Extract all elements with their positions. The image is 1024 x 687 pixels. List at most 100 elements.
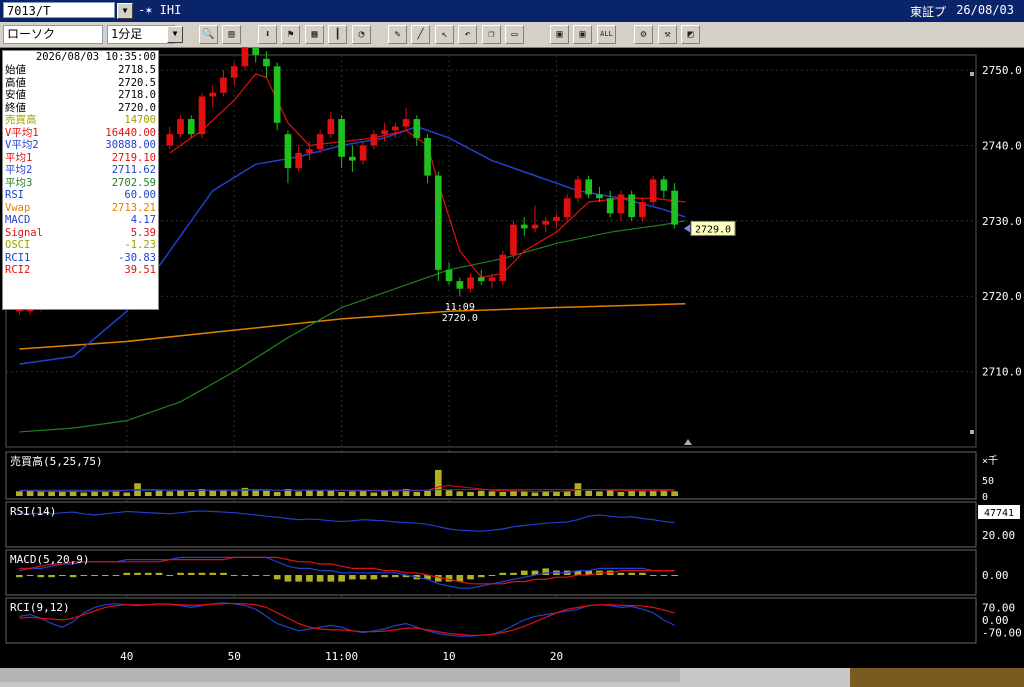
pen-button[interactable]: ✎: [388, 25, 407, 44]
candle-body: [252, 47, 260, 55]
interval-select[interactable]: 1分足: [107, 25, 175, 44]
settings-icon: ⚙: [640, 29, 647, 40]
trash-button[interactable]: ▭: [505, 25, 524, 44]
osci-bar: [177, 572, 184, 575]
volume-bar: [80, 492, 88, 496]
symbol-dropdown-button[interactable]: ▼: [117, 3, 133, 19]
download-button[interactable]: ⬇: [258, 25, 277, 44]
zoom-button[interactable]: 🔍: [199, 25, 218, 44]
candle-body: [553, 217, 560, 221]
clock-button[interactable]: ◔: [352, 25, 371, 44]
info-label: Signal: [5, 226, 43, 239]
osci-bar: [144, 572, 152, 575]
candle-body: [220, 77, 227, 93]
candle-body: [198, 96, 206, 135]
osci-bar: [155, 572, 163, 575]
price-tick-label: 2730.0: [982, 215, 1022, 228]
osci-bar: [520, 570, 528, 575]
info-label: 平均2: [5, 164, 33, 176]
axis-marker-icon: [970, 430, 974, 434]
volume-bar: [155, 490, 163, 496]
volume-bar: [617, 491, 625, 496]
date-label: 26/08/03: [956, 3, 1014, 17]
rci-label: RCI(9,12): [10, 601, 70, 614]
volume-bar: [177, 490, 184, 496]
candle-body: [392, 126, 399, 131]
volume-label: 売買高(5,25,75): [10, 454, 103, 468]
candle-body: [467, 277, 474, 289]
rsi-label: RSI(14): [10, 505, 56, 518]
cursor-button[interactable]: ↖: [435, 25, 454, 44]
osci-bar: [123, 572, 131, 575]
candle-body: [499, 254, 507, 282]
candle-body: [639, 202, 646, 218]
info-label: OSCI: [5, 239, 31, 251]
candle-body: [671, 190, 678, 225]
osci-bar: [392, 575, 399, 578]
chevron-down-icon: ▼: [172, 29, 178, 38]
window-button[interactable]: ▤: [222, 25, 241, 44]
palette-icon: ◩: [687, 29, 694, 40]
osci-bar: [198, 572, 206, 575]
macd-label: MACD(5,20,9): [10, 553, 89, 566]
info-label: Vwap: [5, 201, 31, 214]
scroll-thumb[interactable]: [850, 668, 1024, 687]
osci-bar: [370, 575, 378, 580]
osci-bar: [241, 575, 249, 576]
interval-dropdown-button[interactable]: ▼: [167, 26, 183, 43]
rci-tick-label: -70.00: [982, 627, 1022, 640]
find-button[interactable]: ⚑: [281, 25, 300, 44]
undo-button[interactable]: ↶: [458, 25, 477, 44]
info-row: V平均2 30888.00: [3, 139, 158, 152]
osci-bar: [284, 575, 292, 582]
chart-type-select[interactable]: ローソク: [3, 25, 103, 44]
osci-bar: [639, 572, 646, 575]
osci-bar: [628, 572, 635, 575]
candle-body: [520, 224, 528, 229]
volume-bar: [596, 491, 603, 496]
all-button[interactable]: ALL: [597, 25, 616, 44]
info-panel: 2026/08/03 10:35:00 始値 2718.5 高値 2720.5 安値 27…: [2, 50, 159, 310]
info-timestamp: 2026/08/03 10:35:00: [35, 51, 156, 63]
tools-button[interactable]: ⚒: [658, 25, 677, 44]
info-value: 2711.62: [111, 164, 156, 176]
stock-name: -✶ IHI: [138, 3, 182, 17]
tools-icon: ⚒: [664, 29, 671, 40]
all-icon: ALL: [600, 30, 613, 38]
line-icon: ╱: [417, 29, 424, 40]
candle-body: [531, 224, 539, 229]
candle-body: [359, 145, 367, 161]
candle-body: [477, 277, 485, 282]
symbol-input[interactable]: 7013/T: [3, 2, 115, 18]
info-value: 2702.59: [111, 176, 156, 189]
volume-bar: [456, 491, 464, 496]
indicator-a-button[interactable]: ▣: [550, 25, 569, 44]
info-label: 高値: [5, 76, 26, 89]
osci-bar: [510, 572, 517, 575]
osci-bar: [542, 568, 550, 575]
osci-bar: [273, 575, 281, 580]
volume-bar: [585, 490, 593, 496]
palette-button[interactable]: ◩: [681, 25, 700, 44]
indicator-b-button[interactable]: ▣: [573, 25, 592, 44]
volume-bar: [499, 491, 507, 496]
price-tick-label: 2750.0: [982, 64, 1022, 77]
compare-button[interactable]: ▦: [305, 25, 324, 44]
volume-bar: [392, 491, 399, 496]
time-axis-label: 20: [550, 650, 563, 663]
volume-tick-label: 0: [982, 492, 988, 503]
scroll-bar[interactable]: [0, 668, 1024, 687]
candle-body: [488, 277, 496, 282]
osci-bar: [445, 575, 453, 582]
low-time-label: 11:09: [445, 302, 475, 313]
volume-bar: [477, 490, 485, 496]
settings-button[interactable]: ⚙: [634, 25, 653, 44]
bars-button[interactable]: ┃: [328, 25, 347, 44]
copy-button[interactable]: ❐: [482, 25, 501, 44]
line-button[interactable]: ╱: [411, 25, 430, 44]
osci-bar: [16, 575, 23, 578]
candle-body: [413, 119, 421, 138]
candle-body: [660, 179, 668, 191]
info-value: 16440.00: [105, 126, 156, 139]
info-row: Signal 5.39: [3, 227, 158, 240]
